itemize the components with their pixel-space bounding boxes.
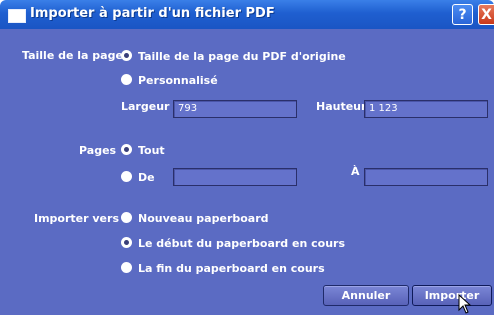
width-field[interactable]: 793 <box>173 100 297 118</box>
radio-unchecked-icon <box>121 171 132 182</box>
radio-label: La fin du paperboard en cours <box>138 262 325 275</box>
close-button[interactable]: X <box>478 4 494 25</box>
radio-checked-icon <box>121 144 132 155</box>
from-page-field[interactable] <box>173 168 297 186</box>
page-size-label: Taille de la page <box>22 49 123 62</box>
dialog-body: Taille de la page Taille de la page du P… <box>0 29 494 315</box>
pages-label: Pages <box>79 144 117 157</box>
help-button[interactable]: ? <box>452 4 473 25</box>
radio-label: Personnalisé <box>138 74 218 87</box>
to-page-field[interactable] <box>364 168 488 186</box>
width-label: Largeur <box>121 100 170 113</box>
radio-checked-icon <box>121 237 132 248</box>
title-bar[interactable]: Importer à partir d'un fichier PDF ? X <box>0 0 494 29</box>
import-to-label: Importer vers <box>34 212 119 225</box>
import-pdf-dialog: Importer à partir d'un fichier PDF ? X T… <box>0 0 494 315</box>
mouse-cursor-icon <box>458 294 472 314</box>
radio-pages-from[interactable]: De <box>121 170 155 186</box>
window-icon <box>8 9 26 23</box>
radio-unchecked-icon <box>121 212 132 223</box>
import-button[interactable]: Importer <box>412 285 492 306</box>
cancel-button[interactable]: Annuler <box>323 285 409 306</box>
radio-label: Tout <box>138 144 165 157</box>
radio-unchecked-icon <box>121 74 132 85</box>
radio-label: De <box>138 171 155 184</box>
height-field[interactable]: 1 123 <box>364 100 488 118</box>
radio-checked-icon <box>121 50 132 61</box>
radio-import-start[interactable]: Le début du paperboard en cours <box>121 236 345 252</box>
radio-label: Nouveau paperboard <box>138 212 269 225</box>
radio-page-size-custom[interactable]: Personnalisé <box>121 73 218 89</box>
radio-label: Le début du paperboard en cours <box>138 237 346 250</box>
window-title: Importer à partir d'un fichier PDF <box>30 6 275 21</box>
radio-import-end[interactable]: La fin du paperboard en cours <box>121 261 325 277</box>
radio-label: Taille de la page du PDF d'origine <box>138 50 346 63</box>
height-label: Hauteur <box>316 100 367 113</box>
radio-unchecked-icon <box>121 262 132 273</box>
radio-page-size-original[interactable]: Taille de la page du PDF d'origine <box>121 49 346 65</box>
to-label: À <box>351 165 360 178</box>
radio-import-new[interactable]: Nouveau paperboard <box>121 211 269 227</box>
radio-pages-all[interactable]: Tout <box>121 143 165 159</box>
